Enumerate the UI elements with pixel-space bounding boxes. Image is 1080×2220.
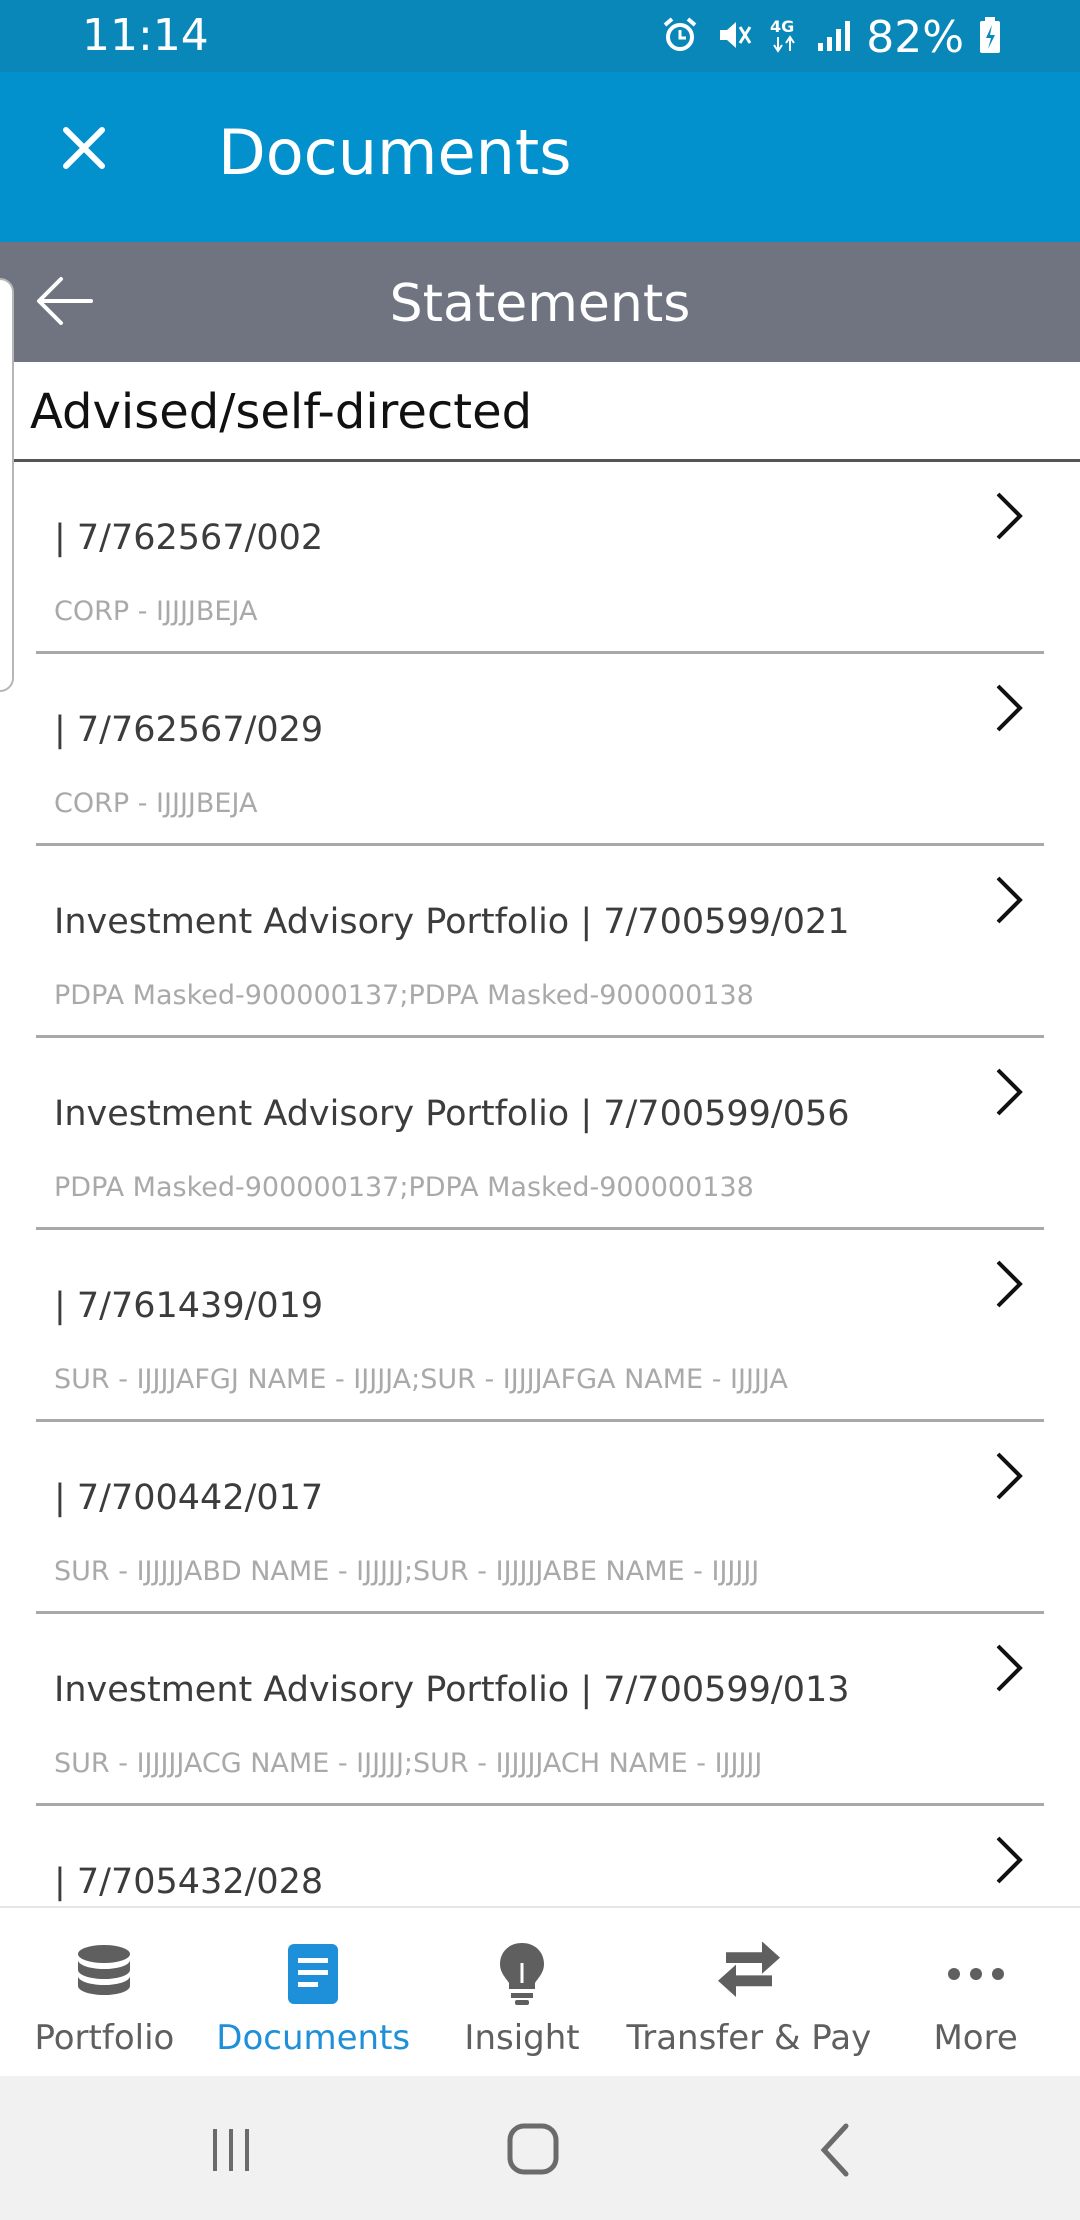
document-icon [277, 1938, 349, 2010]
list-item[interactable]: | 7/700442/017 SUR - IJJJJJABD NAME - IJ… [36, 1422, 1044, 1614]
home-button[interactable] [494, 2114, 574, 2186]
item-subtitle: CORP - IJJJJBEJA [54, 788, 258, 819]
chevron-right-icon [996, 876, 1023, 924]
status-icons: 4G 82% [660, 12, 1002, 63]
item-title: Investment Advisory Portfolio | 7/700599… [54, 1094, 850, 1134]
nav-label: Documents [216, 2018, 411, 2058]
item-title: | 7/761439/019 [54, 1286, 324, 1326]
battery-charging-icon [978, 15, 1002, 60]
nav-documents[interactable]: Documents [209, 1908, 418, 2076]
chevron-right-icon [996, 492, 1023, 540]
list-item[interactable]: | 7/705432/028 [36, 1806, 1044, 1906]
list-item[interactable]: | 7/761439/019 SUR - IJJJJAFGJ NAME - IJ… [36, 1230, 1044, 1422]
list-item[interactable]: | 7/762567/002 CORP - IJJJJBEJA [36, 462, 1044, 654]
nav-label: Portfolio [34, 2018, 175, 2058]
chevron-left-icon [820, 2123, 849, 2177]
list-item[interactable]: Investment Advisory Portfolio | 7/700599… [36, 1038, 1044, 1230]
nav-label: More [933, 2018, 1018, 2058]
transfer-arrows-icon [713, 1938, 785, 2010]
edge-panel-handle[interactable] [0, 278, 14, 692]
database-icon [68, 1938, 140, 2010]
chevron-right-icon [996, 1260, 1023, 1308]
item-title: | 7/705432/028 [54, 1862, 324, 1902]
list-item[interactable]: | 7/762567/029 CORP - IJJJJBEJA [36, 654, 1044, 846]
nav-more[interactable]: More [871, 1908, 1080, 2076]
recent-apps-button[interactable] [192, 2114, 272, 2186]
bottom-nav: Portfolio Documents Insight Transfer & P… [0, 1906, 1080, 2076]
nav-insight[interactable]: Insight [418, 1908, 627, 2076]
chevron-right-icon [996, 684, 1023, 732]
section-heading: Advised/self-directed [14, 362, 1080, 462]
chevron-right-icon [996, 1836, 1023, 1884]
alarm-icon [660, 15, 700, 60]
signal-icon [816, 15, 852, 60]
battery-percent: 82% [866, 12, 964, 63]
system-nav-bar [0, 2076, 1080, 2220]
close-button[interactable] [48, 112, 120, 184]
nav-portfolio[interactable]: Portfolio [0, 1908, 209, 2076]
system-back-button[interactable] [796, 2114, 876, 2186]
item-title: | 7/700442/017 [54, 1478, 324, 1518]
nav-label: Transfer & Pay [626, 2018, 872, 2058]
mute-icon [714, 15, 754, 60]
lightbulb-icon [486, 1938, 558, 2010]
item-subtitle: PDPA Masked-900000137;PDPA Masked-900000… [54, 980, 754, 1011]
sub-header-title: Statements [389, 274, 691, 334]
app-header: Documents [0, 72, 1080, 242]
chevron-right-icon [996, 1068, 1023, 1116]
more-dots-icon [940, 1938, 1012, 2010]
chevron-right-icon [996, 1452, 1023, 1500]
network-4g-icon: 4G [768, 15, 802, 60]
status-bar: 11:14 4G 82% [0, 0, 1080, 72]
item-title: | 7/762567/029 [54, 710, 324, 750]
item-title: | 7/762567/002 [54, 518, 324, 558]
page-title: Documents [218, 116, 572, 189]
item-subtitle: SUR - IJJJJJABD NAME - IJJJJJ;SUR - IJJJ… [54, 1556, 760, 1587]
chevron-right-icon [996, 1644, 1023, 1692]
item-subtitle: PDPA Masked-900000137;PDPA Masked-900000… [54, 1172, 754, 1203]
close-icon [63, 127, 105, 169]
item-subtitle: SUR - IJJJJAFGJ NAME - IJJJJA;SUR - IJJJ… [54, 1364, 788, 1395]
list-item[interactable]: Investment Advisory Portfolio | 7/700599… [36, 1614, 1044, 1806]
item-subtitle: SUR - IJJJJJACG NAME - IJJJJJ;SUR - IJJJ… [54, 1748, 763, 1779]
recent-apps-icon [213, 2129, 249, 2171]
status-time: 11:14 [82, 10, 209, 61]
home-icon [507, 2123, 559, 2175]
item-subtitle: CORP - IJJJJBEJA [54, 596, 258, 627]
item-title: Investment Advisory Portfolio | 7/700599… [54, 1670, 850, 1710]
list-item[interactable]: Investment Advisory Portfolio | 7/700599… [36, 846, 1044, 1038]
nav-transfer-pay[interactable]: Transfer & Pay [626, 1908, 871, 2076]
svg-text:4G: 4G [770, 17, 794, 36]
section-heading-text: Advised/self-directed [30, 384, 533, 440]
sub-header: Statements [0, 242, 1080, 362]
nav-label: Insight [464, 2018, 580, 2058]
item-title: Investment Advisory Portfolio | 7/700599… [54, 902, 850, 942]
statement-list: | 7/762567/002 CORP - IJJJJBEJA | 7/7625… [36, 462, 1044, 1906]
